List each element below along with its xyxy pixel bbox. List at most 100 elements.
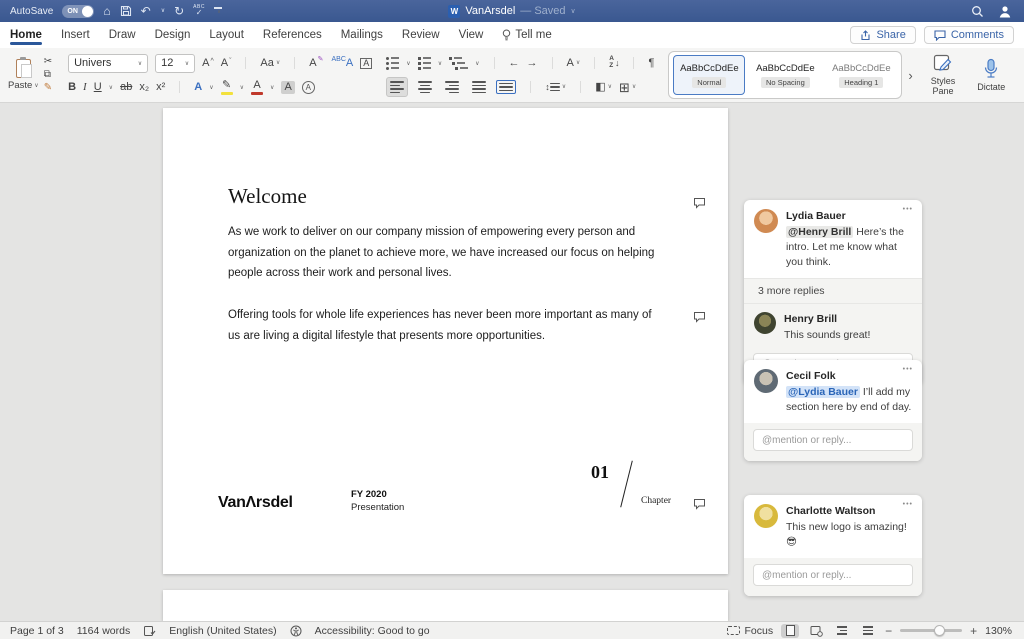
mention-chip[interactable]: @Lydia Bauer	[786, 386, 860, 398]
highlight-dropdown-icon[interactable]: ∨	[240, 84, 244, 91]
comments-button[interactable]: Comments	[923, 26, 1014, 44]
comment-thread-charlotte[interactable]: Charlotte Waltson This new logo is amazi…	[744, 495, 922, 596]
align-left-icon[interactable]	[386, 77, 409, 97]
save-icon[interactable]	[120, 5, 132, 17]
shrink-font-icon[interactable]: Aˇ	[221, 57, 232, 69]
paste-button[interactable]: Paste ∨	[8, 57, 39, 91]
highlight-color-icon[interactable]: ✎	[220, 79, 233, 95]
enclose-characters-icon[interactable]: A	[301, 80, 315, 94]
account-avatar-icon[interactable]	[998, 5, 1012, 18]
show-paragraph-marks-icon[interactable]: ¶	[648, 57, 654, 69]
borders-icon[interactable]: ⊞ ∨	[619, 81, 636, 94]
document-page-2[interactable]	[163, 590, 728, 621]
reply-input[interactable]	[753, 429, 913, 451]
proofing-status-icon[interactable]	[143, 625, 156, 637]
style-no-spacing[interactable]: AaBbCcDdEe No Spacing	[749, 55, 821, 95]
bullet-list-dropdown-icon[interactable]: ∨	[406, 60, 410, 67]
tab-view[interactable]: View	[459, 24, 484, 46]
comment-menu-icon[interactable]: •••	[903, 501, 913, 508]
underline-dropdown-icon[interactable]: ∨	[109, 84, 113, 91]
search-icon[interactable]	[971, 5, 984, 18]
language-indicator[interactable]: English (United States)	[169, 625, 276, 637]
mention-chip[interactable]: @Henry Brill	[786, 226, 854, 238]
tab-draw[interactable]: Draw	[109, 24, 136, 46]
bullet-list-icon[interactable]	[386, 56, 400, 70]
sort-icon[interactable]: A Z ↓	[609, 55, 619, 70]
multilevel-list-dropdown-icon[interactable]: ∨	[475, 60, 479, 67]
styles-pane-button[interactable]: Styles Pane	[927, 54, 960, 97]
comment-thread-lydia[interactable]: Lydia Bauer @Henry Brill Here’s the intr…	[744, 200, 922, 385]
more-replies-link[interactable]: 3 more replies	[744, 278, 922, 304]
font-name-select[interactable]: Univers ∨	[68, 53, 149, 73]
tab-home[interactable]: Home	[10, 24, 42, 46]
justify-icon[interactable]	[469, 78, 489, 96]
undo-icon[interactable]: ↶	[141, 5, 151, 17]
bold-icon[interactable]: B	[68, 81, 76, 93]
distribute-text-icon[interactable]	[496, 79, 517, 95]
redo-icon[interactable]: ↻	[174, 5, 184, 17]
reply-input[interactable]	[753, 564, 913, 586]
character-border-icon[interactable]: A	[360, 57, 373, 69]
shading-icon[interactable]: ◧ ∨	[595, 81, 612, 93]
tab-references[interactable]: References	[263, 24, 322, 46]
spelling-check-icon[interactable]: ABC ✓	[193, 5, 205, 17]
undo-dropdown-icon[interactable]: ∨	[161, 8, 165, 14]
comment-anchor-icon[interactable]	[693, 311, 706, 323]
zoom-slider-knob[interactable]	[934, 625, 946, 636]
zoom-slider[interactable]	[900, 625, 963, 636]
align-right-icon[interactable]	[442, 78, 462, 96]
document-page-1[interactable]: Welcome As we work to deliver on our com…	[163, 108, 728, 574]
comment-thread-cecil[interactable]: Cecil Folk @Lydia Bauer I’ll add my sect…	[744, 360, 922, 461]
style-normal[interactable]: AaBbCcDdEe Normal	[673, 55, 746, 95]
numbered-list-dropdown-icon[interactable]: ∨	[438, 60, 442, 67]
font-color-icon[interactable]: A	[251, 79, 264, 95]
dictate-button[interactable]: Dictate	[973, 58, 1009, 93]
character-shading-icon[interactable]: A	[281, 80, 295, 94]
draft-view-button[interactable]	[859, 624, 877, 638]
home-icon[interactable]: ⌂	[103, 5, 110, 17]
line-spacing-icon[interactable]: ↕ ∨	[545, 82, 566, 92]
autosave-toggle[interactable]: ON	[62, 4, 95, 18]
font-color-dropdown-icon[interactable]: ∨	[270, 84, 274, 91]
focus-button[interactable]: Focus	[726, 625, 773, 637]
underline-icon[interactable]: U	[94, 81, 102, 93]
zoom-out-button[interactable]: −	[885, 624, 892, 638]
numbered-list-icon[interactable]	[417, 56, 431, 70]
accessibility-status[interactable]: Accessibility: Good to go	[315, 625, 430, 637]
phonetic-guide-icon[interactable]: ABC A	[331, 56, 354, 69]
increase-indent-icon[interactable]: →	[527, 57, 538, 69]
tab-insert[interactable]: Insert	[61, 24, 90, 46]
text-effects-icon[interactable]: A	[194, 81, 202, 93]
multilevel-list-icon[interactable]	[449, 56, 469, 70]
comment-anchor-icon[interactable]	[693, 498, 706, 510]
zoom-in-button[interactable]: +	[970, 624, 977, 638]
italic-icon[interactable]: I	[83, 81, 87, 93]
superscript-icon[interactable]: x²	[156, 81, 165, 93]
subscript-icon[interactable]: x₂	[139, 81, 149, 93]
format-painter-icon[interactable]: ✎	[44, 82, 52, 95]
page-indicator[interactable]: Page 1 of 3	[10, 625, 64, 637]
zoom-level[interactable]: 130%	[985, 625, 1012, 637]
tab-mailings[interactable]: Mailings	[341, 24, 383, 46]
font-size-select[interactable]: 12 ∨	[155, 53, 196, 73]
styles-gallery-expand-icon[interactable]: ›	[908, 69, 912, 82]
asian-layout-icon[interactable]: A ∨	[567, 57, 581, 69]
copy-icon[interactable]: ⧉	[44, 69, 52, 82]
outline-view-button[interactable]	[833, 624, 851, 638]
text-effects-dropdown-icon[interactable]: ∨	[209, 84, 213, 91]
customize-toolbar-icon[interactable]: ∨	[213, 7, 222, 15]
clear-formatting-icon[interactable]: A ✎	[309, 56, 323, 69]
align-center-icon[interactable]	[415, 78, 435, 96]
print-layout-view-button[interactable]	[781, 623, 800, 638]
word-count[interactable]: 1164 words	[77, 625, 131, 637]
change-case-icon[interactable]: Aa ∨	[260, 57, 280, 69]
comment-menu-icon[interactable]: •••	[903, 366, 913, 373]
tab-layout[interactable]: Layout	[209, 24, 244, 46]
strikethrough-icon[interactable]: ab	[120, 81, 132, 93]
tab-tell-me[interactable]: Tell me	[502, 24, 552, 46]
grow-font-icon[interactable]: A ^	[202, 57, 214, 69]
decrease-indent-icon[interactable]: ←	[509, 57, 520, 69]
tab-design[interactable]: Design	[155, 24, 191, 46]
comment-anchor-icon[interactable]	[693, 197, 706, 209]
cut-icon[interactable]: ✂	[44, 56, 52, 69]
